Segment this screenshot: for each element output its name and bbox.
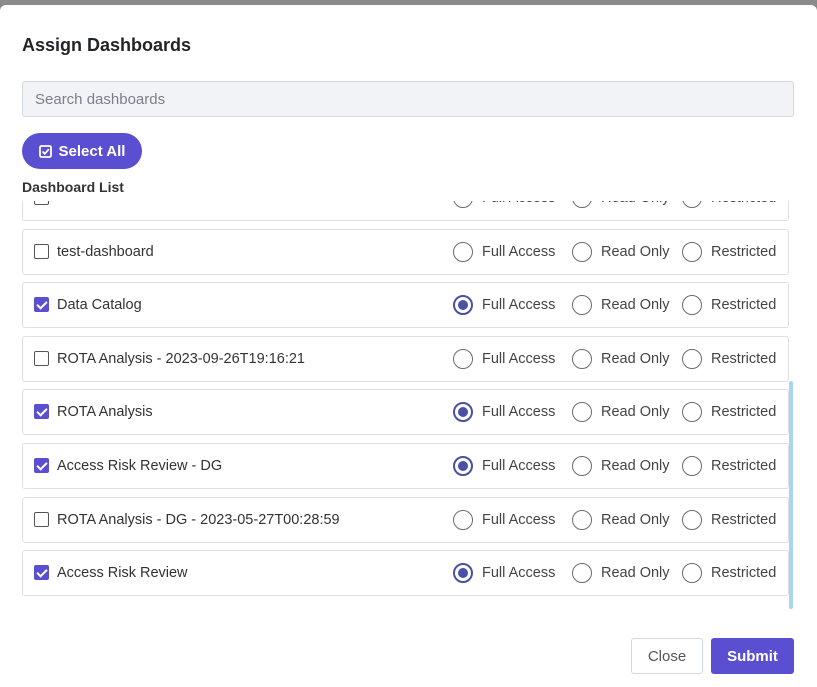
access-radio[interactable] [572,563,592,584]
assign-dashboards-modal: Assign Dashboards Select All Dashboard L… [0,5,817,687]
modal-title: Assign Dashboards [22,35,192,55]
access-radio[interactable] [453,456,473,476]
access-option-label: Restricted [711,350,777,367]
access-radio[interactable] [572,295,592,316]
dashboard-name: Access Risk Review [57,565,188,582]
dashboard-row: test-dashboard Full Access Read Only Restri… [22,228,789,275]
access-option-label: Full Access [482,201,555,206]
access-option-label: Restricted [711,201,776,206]
dashboard-checkbox[interactable] [34,458,49,473]
dashboard-name: Data Catalog [57,297,142,314]
access-radio[interactable] [572,348,592,369]
dashboard-checkbox[interactable] [34,350,49,366]
access-radio[interactable] [682,563,702,584]
access-option-label: Read Only [601,201,670,206]
list-scrollbar[interactable] [789,381,793,609]
select-all-label: Select All [58,142,126,160]
access-option-label: Full Access [482,297,556,314]
submit-button[interactable]: Submit [711,638,794,674]
access-option-label: Full Access [482,458,556,474]
access-radio[interactable] [453,348,473,369]
access-option-label: Restricted [711,511,777,528]
dashboard-checkbox[interactable] [34,243,49,259]
access-radio[interactable] [453,402,473,423]
dashboard-row: ROTA Analysis - DG - 2023-05-27T00:28:59… [22,496,789,543]
access-option-label: Full Access [482,565,556,582]
access-radio[interactable] [453,201,473,208]
access-option-label: Read Only [601,350,670,367]
access-radio[interactable] [572,402,592,423]
access-option-label: Restricted [711,297,777,314]
access-option-label: Restricted [711,565,777,582]
dashboard-checkbox[interactable] [34,565,49,581]
access-radio[interactable] [682,295,702,316]
access-radio[interactable] [453,295,473,316]
dashboard-row: ROTA Analysis - 2023-09-26T19:16:21 Full … [22,335,789,382]
dashboard-list-label: Dashboard List [22,179,124,195]
access-radio[interactable] [572,509,592,530]
access-radio[interactable] [453,241,473,262]
access-option-label: Full Access [482,511,556,528]
dashboard-checkbox[interactable] [34,404,49,420]
access-option-label: Full Access [482,243,556,260]
dashboard-checkbox[interactable] [34,297,49,313]
search-input[interactable] [22,81,794,117]
dashboard-checkbox[interactable] [34,201,49,205]
access-radio[interactable] [572,456,592,476]
access-radio[interactable] [572,241,592,262]
access-radio[interactable] [682,402,702,423]
dashboard-name: ROTA Analysis - DG - 2023-05-27T00:28:59 [57,511,340,528]
access-radio[interactable] [682,241,702,262]
dashboard-checkbox[interactable] [34,511,49,527]
dashboard-name: ROTA Analysis - 2023-09-26T19:16:21 [57,350,305,367]
dashboard-row: Data Catalog Full Access Read Only Restrict… [22,282,789,329]
access-option-label: Full Access [482,404,556,421]
access-radio[interactable] [572,201,592,208]
access-radio[interactable] [682,201,702,208]
access-option-label: Restricted [711,243,777,260]
access-option-label: Read Only [601,243,670,260]
access-option-label: Restricted [711,458,777,474]
access-radio[interactable] [682,509,702,530]
access-option-label: Read Only [601,511,670,528]
dashboard-row: Access Risk Review Full Access Read Only Re… [22,550,789,597]
dashboard-name: ROTA Analysis [57,404,153,421]
select-all-button[interactable]: Select All [22,133,142,169]
close-button[interactable]: Close [631,638,703,674]
access-option-label: Full Access [482,350,556,367]
access-radio[interactable] [682,348,702,369]
dashboard-row: Full Access Read Only Restricted [22,201,789,221]
access-radio[interactable] [682,456,702,476]
access-option-label: Restricted [711,404,777,421]
dashboard-list[interactable]: Full AccessRead OnlyRestrictedtest-dashb… [22,201,798,609]
dashboard-row: Access Risk Review - DG Full Access Read O… [22,443,789,489]
dashboard-row: ROTA Analysis Full Access Read Only Restric… [22,389,789,436]
dashboard-name: Access Risk Review - DG [57,458,223,474]
access-option-label: Read Only [601,565,670,582]
access-option-label: Read Only [601,404,670,421]
access-option-label: Read Only [601,458,670,474]
access-radio[interactable] [453,509,473,530]
access-option-label: Read Only [601,297,670,314]
check-square-icon [38,144,52,158]
dashboard-name: test-dashboard [57,243,154,260]
access-radio[interactable] [453,563,473,584]
